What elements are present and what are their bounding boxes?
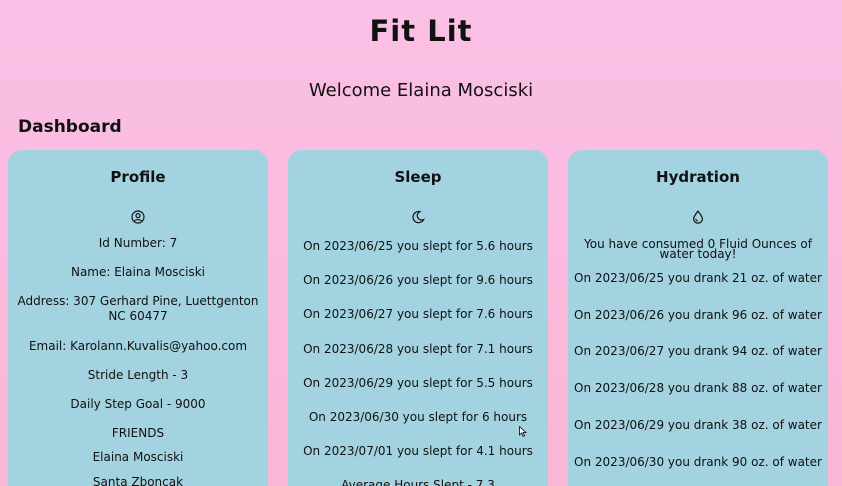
sleep-average: Average Hours Slept - 7.3 [341,478,495,486]
hydration-today: You have consumed 0 Fluid Ounces of wate… [584,237,812,261]
hydration-entry: On 2023/06/30 you drank 90 oz. of water [574,455,822,469]
profile-address: Address: 307 Gerhard Pine, Luettgenton N… [17,294,259,323]
profile-daily-step-goal: Daily Step Goal - 9000 [70,397,206,411]
friend-item: Santa Zboncak [92,475,184,486]
app-title: Fit Lit [369,14,473,48]
profile-card-title: Profile [110,168,166,186]
hydration-entry: On 2023/06/25 you drank 21 oz. of water [574,271,822,285]
sleep-entry: On 2023/06/27 you slept for 7.6 hours [303,307,533,321]
hydration-entry: On 2023/06/27 you drank 94 oz. of water [574,344,822,358]
sleep-entry: On 2023/07/01 you slept for 4.1 hours [303,444,533,458]
sleep-card-title: Sleep [394,168,442,186]
profile-stride-length: Stride Length - 3 [87,368,189,382]
user-circle-icon [8,209,268,224]
profile-email: Email: Karolann.Kuvalis@yahoo.com [28,339,248,353]
dashboard-heading: Dashboard [18,117,122,137]
welcome-message: Welcome Elaina Mosciski [308,80,534,101]
hydration-entry: On 2023/06/28 you drank 88 oz. of water [574,381,822,395]
profile-card: Profile Id Number: 7 Name: Elaina Moscis… [8,150,268,486]
sleep-entry: On 2023/06/29 you slept for 5.5 hours [303,376,533,390]
hydration-entry: On 2023/06/29 you drank 38 oz. of water [574,418,822,432]
hydration-card: Hydration You have consumed 0 Fluid Ounc… [568,150,828,486]
mouse-cursor-icon [519,422,528,441]
sleep-entry: On 2023/06/25 you slept for 5.6 hours [303,239,533,253]
sleep-entry: On 2023/06/28 you slept for 7.1 hours [303,342,533,356]
moon-icon [288,209,548,224]
hydration-entry: On 2023/06/26 you drank 96 oz. of water [574,308,822,322]
profile-id: Id Number: 7 [98,236,178,250]
sleep-entry: On 2023/06/30 you slept for 6 hours [308,410,528,424]
sleep-card: Sleep On 2023/06/25 you slept for 5.6 ho… [288,150,548,486]
droplet-icon [568,209,828,224]
profile-name: Name: Elaina Mosciski [70,265,206,279]
sleep-entry: On 2023/06/26 you slept for 9.6 hours [303,273,533,287]
friends-heading: FRIENDS [111,426,165,440]
hydration-card-title: Hydration [656,168,740,186]
friend-item: Elaina Mosciski [92,450,184,464]
